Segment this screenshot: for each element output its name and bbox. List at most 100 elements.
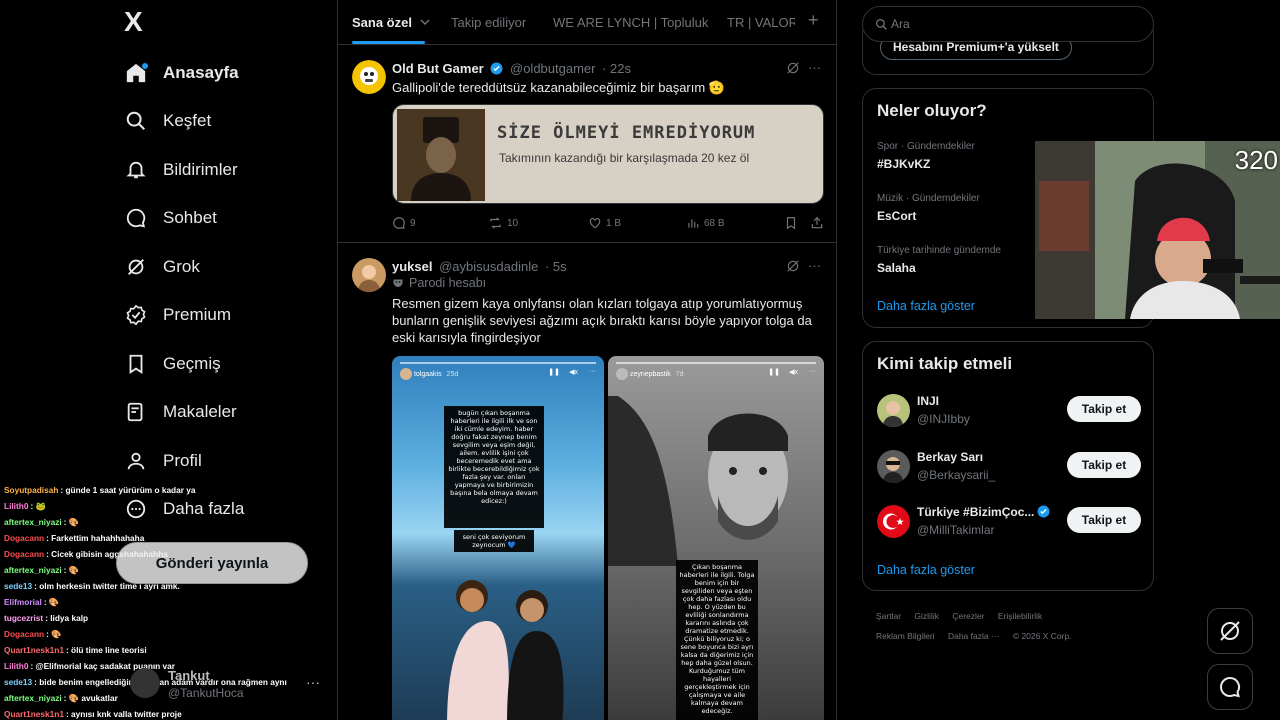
story-time: 7d: [675, 370, 684, 378]
couple-photo: [447, 580, 564, 720]
avatar[interactable]: [352, 60, 386, 94]
trend-category: Türkiye tarihinde gündemde: [877, 245, 1001, 256]
tweet-text: Resmen gizem kaya onlyfansı olan kızları…: [392, 296, 812, 345]
footer-link-terms[interactable]: Şartlar: [876, 611, 901, 621]
chat-username[interactable]: tugcezrist: [4, 613, 43, 623]
chat-username[interactable]: Quart1nesk1n1: [4, 645, 64, 655]
footer-link-cookies[interactable]: Çerezler: [952, 611, 984, 621]
chat-username[interactable]: Elifmorial: [4, 597, 42, 607]
trend-item[interactable]: Müzik · Gündemdekiler EsCort: [877, 193, 980, 223]
tab-community-valorant[interactable]: TR | VALORA: [727, 0, 795, 45]
search-input[interactable]: Ara: [891, 17, 910, 31]
suggestion-name: INJI: [917, 394, 940, 408]
avatar: [877, 505, 910, 538]
follow-button[interactable]: Takip et: [1067, 507, 1141, 533]
chat-username[interactable]: aftertex_niyazi: [4, 565, 62, 575]
author-name[interactable]: yuksel: [392, 259, 432, 274]
mute-icon[interactable]: ◀x: [789, 368, 798, 376]
nav-item-notifications[interactable]: Bildirimler: [124, 150, 238, 190]
show-more-suggestions-link[interactable]: Daha fazla göster: [877, 563, 975, 577]
chat-username[interactable]: Quart1nesk1n1: [4, 709, 64, 719]
show-more-trends-link[interactable]: Daha fazla göster: [877, 299, 975, 313]
reply-button[interactable]: 9: [392, 216, 416, 230]
banner-subtitle: Takımının kazandığı bir karşılaşmada 20 …: [499, 151, 750, 165]
x-app: X Anasayfa Keşfet Bildirimler Sohbet Gro…: [0, 0, 1280, 720]
nav-item-bookmarks[interactable]: Geçmiş: [124, 344, 221, 384]
account-switcher[interactable]: Tankut @TankutHoca ···: [130, 664, 330, 704]
bookmark-button[interactable]: [784, 216, 798, 230]
tweet[interactable]: yuksel @aybisusdadinle · 5s Parodi hesab…: [338, 244, 836, 720]
nav-item-home[interactable]: Anasayfa: [124, 53, 239, 93]
pause-icon[interactable]: ❚❚: [548, 368, 560, 376]
grok-floating-button[interactable]: [1207, 608, 1253, 654]
footer-link-privacy[interactable]: Gizlilik: [914, 611, 939, 621]
chat-username[interactable]: Dogacann: [4, 549, 44, 559]
tweet-time[interactable]: · 22s: [602, 61, 631, 76]
author-handle[interactable]: @oldbutgamer: [510, 61, 595, 76]
views-button[interactable]: 68 B: [686, 216, 725, 230]
x-logo[interactable]: X: [124, 8, 152, 36]
tab-for-you[interactable]: Sana özel: [352, 0, 430, 45]
avatar[interactable]: [352, 258, 386, 292]
tweet-time[interactable]: · 5s: [545, 259, 567, 274]
chat-username[interactable]: aftertex_niyazi: [4, 693, 62, 703]
tweet-image[interactable]: SİZE ÖLMEYİ EMREDİYORUM Takımının kazand…: [392, 104, 824, 204]
pause-icon[interactable]: ❚❚: [768, 368, 780, 376]
author-handle[interactable]: @aybisusdadinle: [439, 259, 538, 274]
chat-message: Dogacann: 🎨: [0, 626, 330, 642]
follow-suggestion[interactable]: Berkay Sarı @Berkaysarii_ Takip et: [877, 448, 1141, 488]
verified-badge-icon: [490, 62, 503, 75]
repost-button[interactable]: 10: [488, 216, 518, 230]
chat-username[interactable]: sede13: [4, 677, 32, 687]
nav-item-label: Anasayfa: [163, 63, 239, 82]
chat-username[interactable]: aftertex_niyazi: [4, 517, 62, 527]
nav-item-explore[interactable]: Keşfet: [124, 101, 211, 141]
avatar: [400, 368, 412, 380]
tab-following[interactable]: Takip ediliyor: [451, 0, 526, 45]
trend-item[interactable]: Türkiye tarihinde gündemde Salaha: [877, 245, 1001, 275]
chat-username[interactable]: Lilith0: [4, 661, 28, 671]
grok-icon[interactable]: [786, 259, 800, 278]
trend-item[interactable]: Spor · Gündemdekiler #BJKvKZ: [877, 141, 975, 171]
post-button[interactable]: Gönderi yayınla: [116, 542, 308, 584]
more-options-icon[interactable]: ···: [306, 674, 320, 690]
mute-icon[interactable]: ◀x: [569, 368, 578, 376]
follow-suggestion[interactable]: INJI @INJIbby Takip et: [877, 392, 1141, 432]
follow-button[interactable]: Takip et: [1067, 396, 1141, 422]
tweet-image[interactable]: tolgaakis 25d ❚❚ ◀x ··· bugün çıkan boşa…: [392, 356, 604, 720]
chat-username[interactable]: sede13: [4, 581, 32, 591]
nav-item-chat[interactable]: Sohbet: [124, 198, 217, 238]
nav-item-grok[interactable]: Grok: [124, 247, 200, 287]
chat-message: Elifmorial: 🎨: [0, 594, 330, 610]
tab-community-lynch[interactable]: WE ARE LYNCH | Topluluk: [553, 0, 708, 45]
chat-username[interactable]: Lilith0: [4, 501, 28, 511]
follow-suggestion[interactable]: Türkiye #BizimÇoc... @MilliTakimlar Taki…: [877, 503, 1141, 543]
chat-username[interactable]: Dogacann: [4, 629, 44, 639]
messages-floating-button[interactable]: [1207, 664, 1253, 710]
like-button[interactable]: 1 B: [588, 216, 621, 230]
share-button[interactable]: [810, 216, 824, 230]
author-name[interactable]: Old But Gamer: [392, 61, 484, 76]
couple-photo: [608, 396, 788, 566]
more-options-icon[interactable]: ···: [808, 60, 821, 75]
footer-link-accessibility[interactable]: Erişilebilirlik: [998, 611, 1042, 621]
nav-item-premium[interactable]: Premium: [124, 295, 231, 335]
search-bar[interactable]: Ara: [862, 6, 1154, 42]
footer-link-more[interactable]: Daha fazla ···: [948, 631, 1000, 641]
tweet-image[interactable]: zeynepbastik 7d ❚❚ ◀x ··· Çıkan boşanma …: [608, 356, 824, 720]
add-tab-icon[interactable]: +: [808, 10, 819, 31]
more-options-icon[interactable]: ···: [589, 368, 596, 375]
follow-button[interactable]: Takip et: [1067, 452, 1141, 478]
chat-username[interactable]: Dogacann: [4, 533, 44, 543]
more-options-icon[interactable]: ···: [808, 258, 821, 273]
footer-link-ads-info[interactable]: Reklam Bilgileri: [876, 631, 935, 641]
grok-icon[interactable]: [786, 61, 800, 80]
search-icon: [875, 18, 887, 30]
tweet[interactable]: Old But Gamer @oldbutgamer · 22s ··· Gal…: [338, 46, 836, 243]
more-options-icon[interactable]: ···: [809, 368, 816, 375]
nav-item-articles[interactable]: Makaleler: [124, 392, 237, 432]
chat-username[interactable]: Soyutpadisah: [4, 485, 58, 495]
parody-label-text: Parodi hesabı: [409, 276, 487, 290]
footer-links-row-1: Şartlar Gizlilik Çerezler Erişilebilirli…: [876, 611, 1053, 621]
account-name: Tankut: [168, 668, 210, 683]
